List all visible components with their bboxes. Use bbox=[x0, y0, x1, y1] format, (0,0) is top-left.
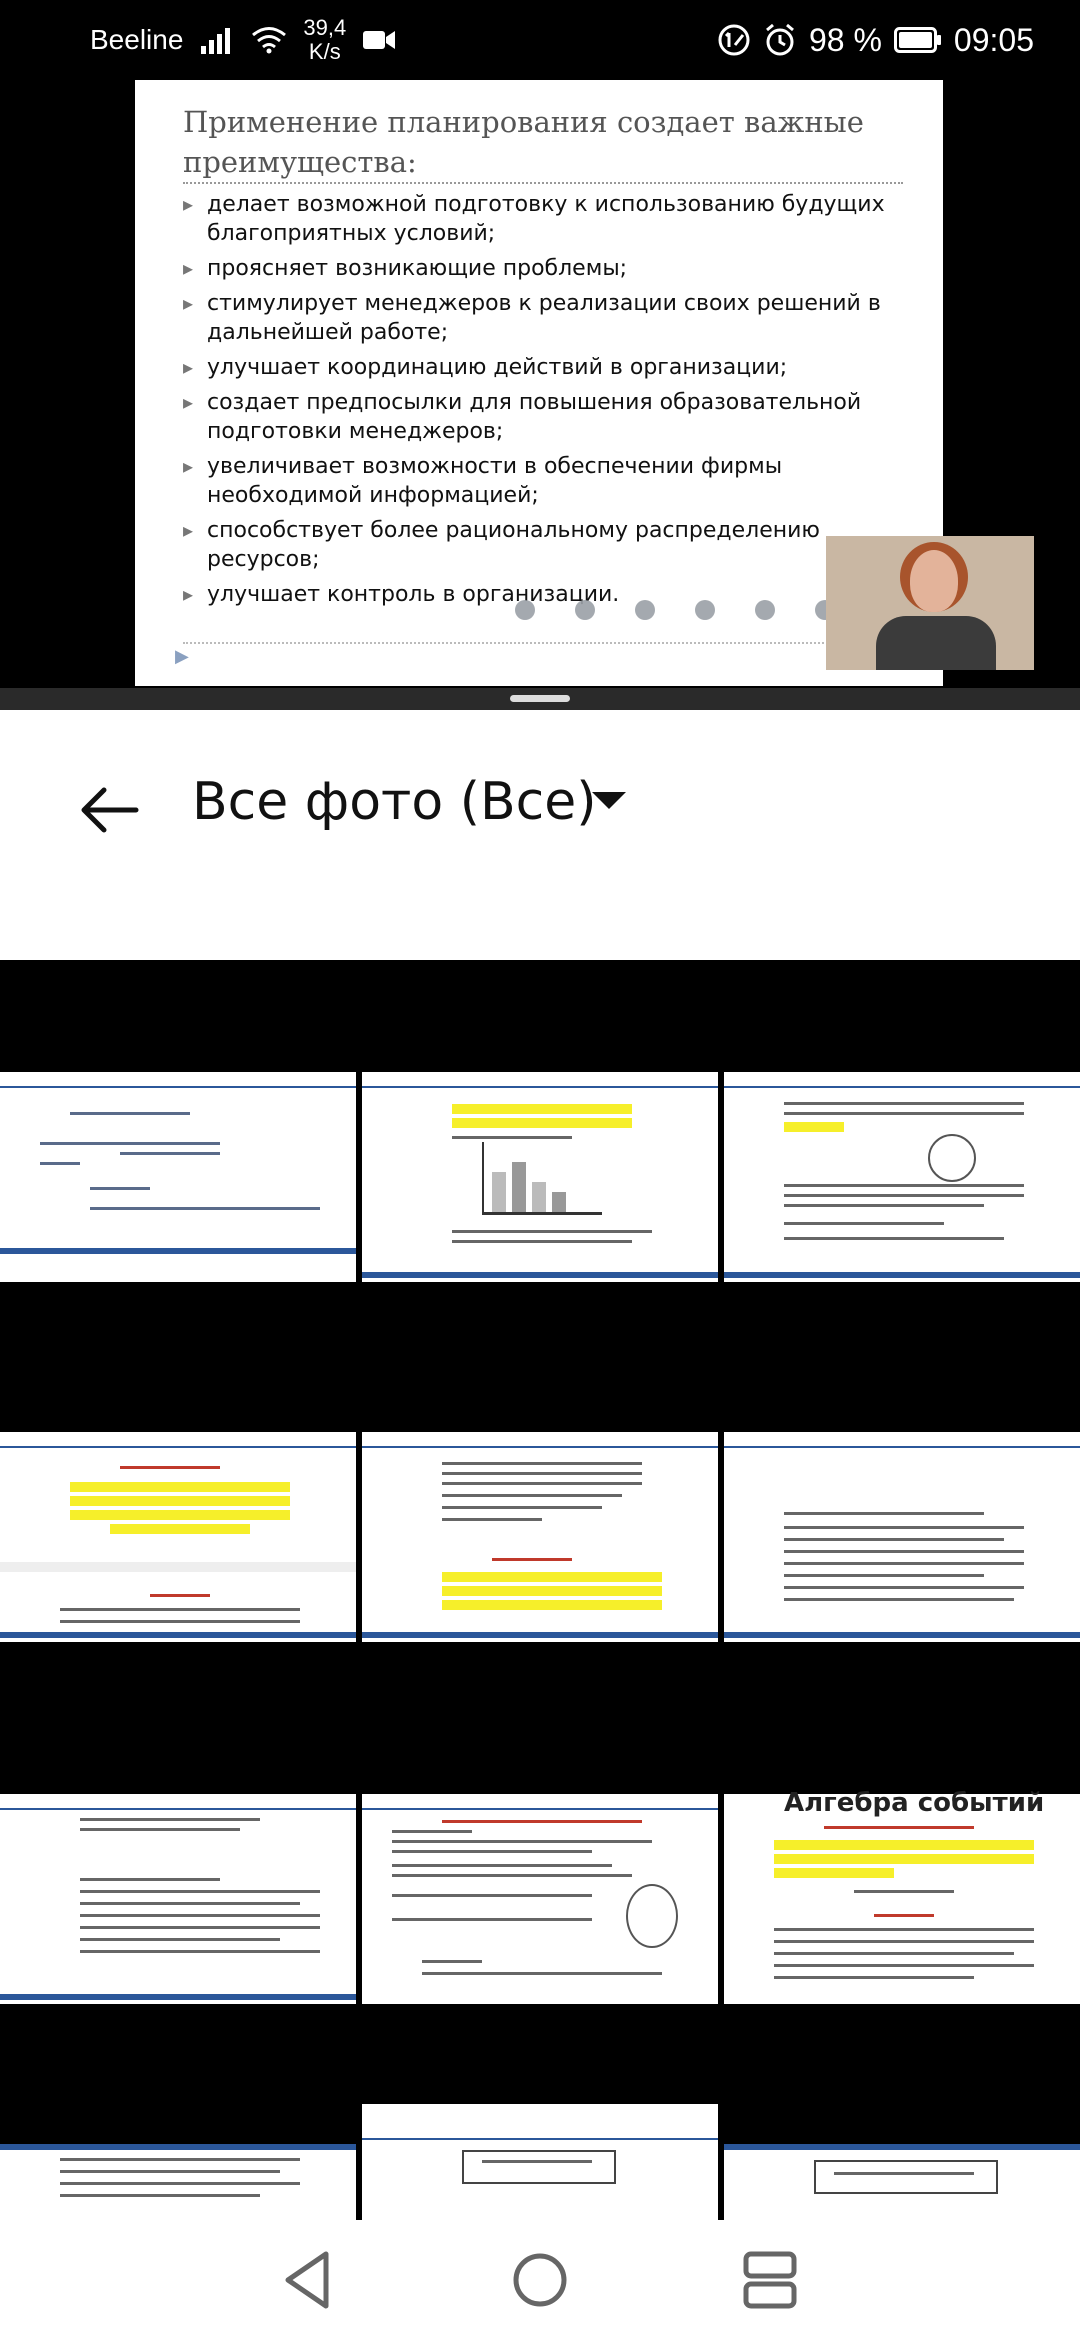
loading-indicator bbox=[515, 600, 835, 620]
webcam-pip[interactable] bbox=[826, 536, 1034, 670]
status-bar: Beeline 39,4 K/s 98 % 09:05 bbox=[0, 0, 1080, 80]
nav-home-icon[interactable] bbox=[500, 2240, 580, 2320]
split-drag-bar[interactable] bbox=[0, 688, 1080, 710]
status-right: 98 % 09:05 bbox=[717, 0, 1034, 80]
battery-icon bbox=[893, 27, 941, 53]
loading-dot bbox=[515, 600, 535, 620]
slide-bullet: увеличивает возможности в обеспечении фи… bbox=[183, 452, 903, 510]
gallery-header: Все фото (Все) bbox=[0, 710, 1080, 960]
loading-dot bbox=[575, 600, 595, 620]
slide-bullet: стимулирует менеджеров к реализации свои… bbox=[183, 289, 903, 347]
slide-footer-divider bbox=[183, 642, 903, 644]
slide-bullet: проясняет возникающие проблемы; bbox=[183, 254, 903, 283]
wifi-icon bbox=[252, 27, 287, 54]
dropdown-caret-icon[interactable] bbox=[592, 792, 626, 809]
photo-thumbnail[interactable] bbox=[724, 1020, 1080, 1334]
photo-grid: Алгебра событий bbox=[0, 960, 1080, 2220]
photo-thumbnail[interactable] bbox=[362, 2104, 718, 2220]
slide-bullet: создает предпосылки для повышения образо… bbox=[183, 388, 903, 446]
photo-thumbnail[interactable] bbox=[0, 2104, 356, 2220]
nav-back-icon[interactable] bbox=[270, 2240, 350, 2320]
battery-percent: 98 % bbox=[808, 21, 882, 58]
photo-thumbnail[interactable] bbox=[362, 1742, 718, 2056]
alarm-icon bbox=[766, 23, 794, 56]
data-saver-icon bbox=[718, 24, 750, 56]
signal-icon bbox=[201, 28, 231, 54]
system-navigation-bar bbox=[0, 2220, 1080, 2340]
network-speed: 39,4 K/s bbox=[303, 16, 346, 64]
slide-bullet-list: делает возможной подготовку к использова… bbox=[183, 190, 903, 615]
pip-person-body bbox=[876, 616, 996, 670]
speed-value: 39,4 bbox=[303, 15, 347, 40]
video-camera-icon bbox=[363, 31, 396, 49]
photo-thumbnail[interactable]: Алгебра событий bbox=[724, 1742, 1080, 2056]
nav-recents-icon[interactable] bbox=[730, 2240, 810, 2320]
speed-unit: K/s bbox=[308, 39, 341, 64]
loading-dot bbox=[635, 600, 655, 620]
photo-thumbnail[interactable] bbox=[362, 1380, 718, 1694]
slide-bullet: делает возможной подготовку к использова… bbox=[183, 190, 903, 248]
photo-thumbnail[interactable] bbox=[724, 1380, 1080, 1694]
slide-divider bbox=[183, 182, 903, 184]
pip-person-face bbox=[910, 550, 958, 612]
photo-thumbnail[interactable] bbox=[0, 1380, 356, 1694]
thumb-heading: Алгебра событий bbox=[784, 1788, 1045, 1818]
photo-thumbnail[interactable] bbox=[0, 1020, 356, 1334]
video-player[interactable]: Применение планирования создает важные п… bbox=[0, 80, 1080, 688]
status-left: Beeline 39,4 K/s bbox=[90, 0, 396, 80]
back-arrow-icon[interactable] bbox=[70, 770, 150, 850]
photo-thumbnail[interactable] bbox=[724, 2104, 1080, 2220]
drag-handle[interactable] bbox=[510, 695, 570, 702]
loading-dot bbox=[695, 600, 715, 620]
album-selector-title[interactable]: Все фото (Все) bbox=[192, 772, 597, 832]
loading-dot bbox=[755, 600, 775, 620]
slide-arrow-icon: ▶ bbox=[175, 646, 189, 667]
presentation-slide: Применение планирования создает важные п… bbox=[135, 80, 943, 686]
slide-title: Применение планирования создает важные п… bbox=[183, 105, 864, 179]
slide-bullet: способствует более рациональному распред… bbox=[183, 516, 903, 574]
carrier-label: Beeline bbox=[90, 24, 184, 55]
slide-bullet: улучшает координацию действий в организа… bbox=[183, 353, 903, 382]
photo-thumbnail[interactable] bbox=[0, 1742, 356, 2056]
photo-thumbnail[interactable] bbox=[362, 1020, 718, 1334]
clock: 09:05 bbox=[953, 21, 1034, 58]
